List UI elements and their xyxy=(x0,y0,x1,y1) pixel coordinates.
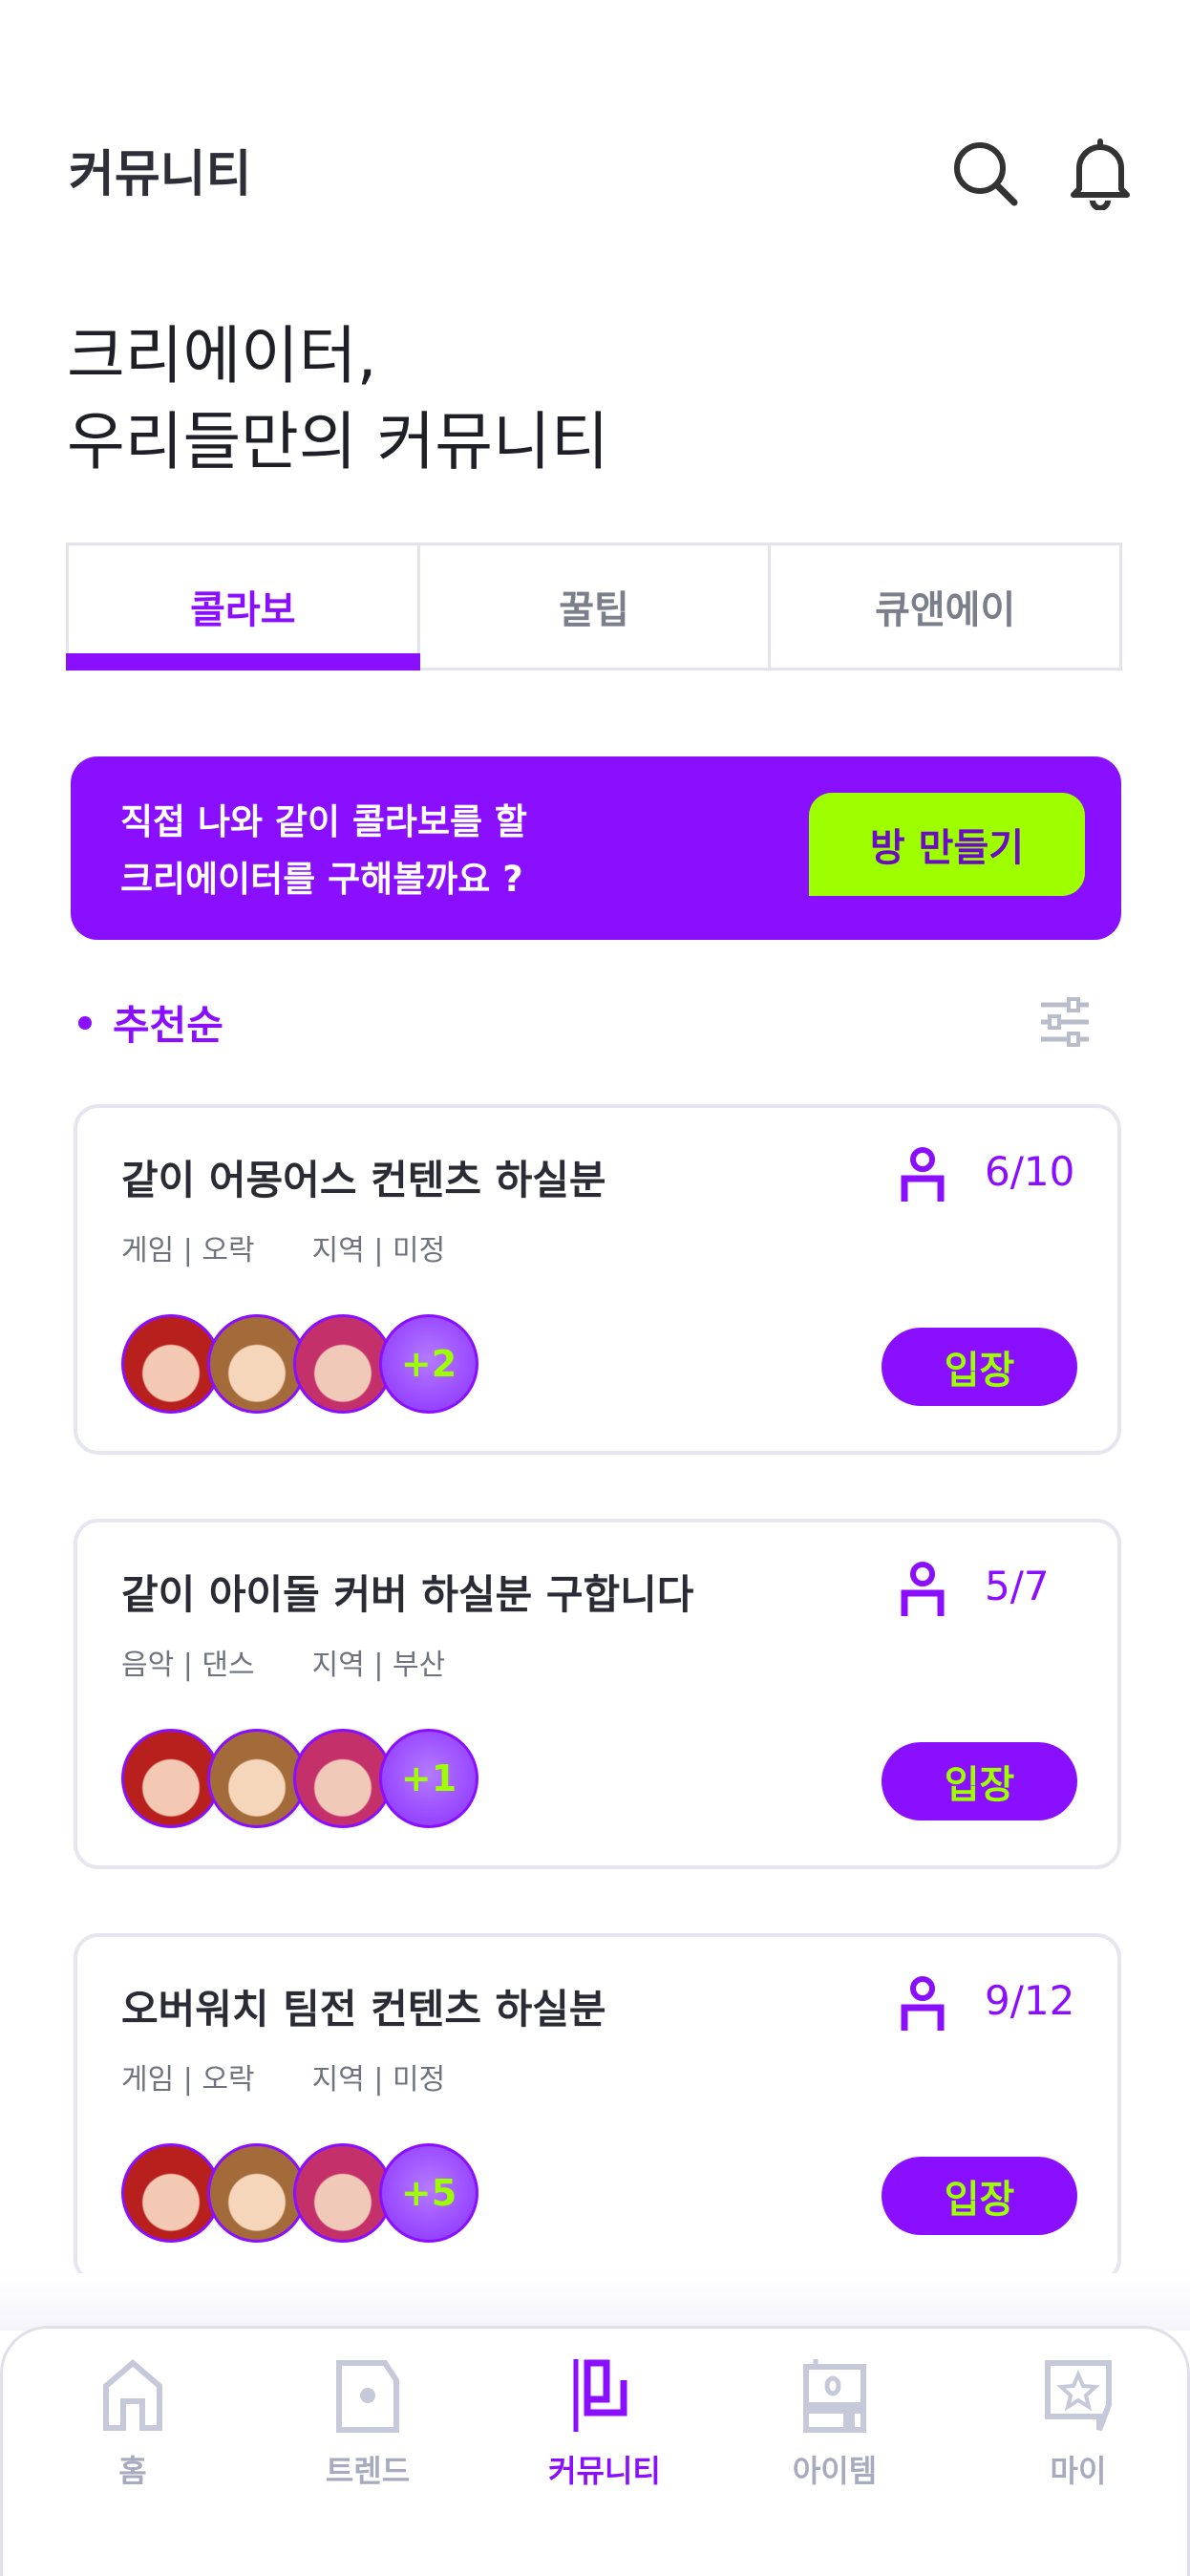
nav-label: 트렌드 xyxy=(325,2453,411,2489)
member-avatars: +5 xyxy=(121,2143,478,2243)
banner-line-2: 크리에이터를 구해볼까요 ? xyxy=(120,859,523,900)
room-region: 지역 | 미정 xyxy=(311,2063,446,2097)
nav-my[interactable]: 마이 xyxy=(1002,2357,1155,2491)
room-category: 음악 | 댄스 xyxy=(121,1649,255,1682)
room-card[interactable]: 오버워치 팀전 컨텐츠 하실분 9/12 게임 | 오락 지역 | 미정 +5 입… xyxy=(74,1933,1121,2284)
item-icon xyxy=(803,2359,866,2433)
community-icon xyxy=(573,2359,627,2432)
member-count: 6/10 xyxy=(985,1148,1075,1195)
nav-label: 마이 xyxy=(1050,2453,1107,2489)
member-avatar xyxy=(207,2143,307,2243)
hero-line-1: 크리에이터, xyxy=(67,319,377,393)
tab-bar: 콜라보 꿀팁 큐앤에이 xyxy=(66,543,1122,671)
nav-label: 아이템 xyxy=(792,2453,878,2489)
more-members: +2 xyxy=(379,1314,478,1414)
tab-tips[interactable]: 꿀팁 xyxy=(420,545,772,668)
create-room-banner: 직접 나와 같이 콜라보를 할 크리에이터를 구해볼까요 ? 방 만들기 xyxy=(71,756,1121,940)
banner-line-1: 직접 나와 같이 콜라보를 할 xyxy=(120,801,527,842)
room-title: 오버워치 팀전 컨텐츠 하실분 xyxy=(121,1986,606,2033)
trend-icon xyxy=(336,2360,399,2433)
sort-label: 추천순 xyxy=(113,1002,223,1049)
page-title: 커뮤니티 xyxy=(69,146,252,203)
member-avatar xyxy=(293,2143,393,2243)
member-count: 9/12 xyxy=(985,1977,1075,2024)
sort-selector[interactable]: 추천순 xyxy=(78,993,223,1052)
room-meta: 게임 | 오락 지역 | 미정 xyxy=(121,1226,445,1268)
room-title: 같이 어몽어스 컨텐츠 하실분 xyxy=(121,1157,606,1203)
member-avatar xyxy=(293,1314,393,1414)
member-avatar xyxy=(207,1729,307,1828)
more-members: +1 xyxy=(379,1729,478,1828)
nav-label: 홈 xyxy=(118,2453,147,2489)
member-avatar xyxy=(121,1729,221,1828)
member-count: 5/7 xyxy=(985,1563,1050,1609)
tab-collab[interactable]: 콜라보 xyxy=(66,545,420,671)
enter-button[interactable]: 입장 xyxy=(882,1742,1077,1820)
bottom-nav: 홈 트렌드 커뮤니티 아이템 마이 xyxy=(0,2326,1190,2576)
enter-button[interactable]: 입장 xyxy=(882,1328,1077,1406)
scroll-fade xyxy=(0,2273,1190,2331)
member-avatar xyxy=(121,1314,221,1414)
my-icon xyxy=(1045,2360,1112,2432)
room-card[interactable]: 같이 아이돌 커버 하실분 구합니다 5/7 음악 | 댄스 지역 | 부산 +1… xyxy=(74,1519,1121,1869)
member-avatars: +1 xyxy=(121,1729,478,1828)
filter-icon[interactable] xyxy=(1036,993,1094,1051)
more-members: +5 xyxy=(379,2143,478,2243)
room-title: 같이 아이돌 커버 하실분 구합니다 xyxy=(121,1571,694,1618)
tab-qna[interactable]: 큐앤에이 xyxy=(771,545,1119,668)
search-icon[interactable] xyxy=(946,134,1022,210)
room-region: 지역 | 부산 xyxy=(311,1649,446,1682)
room-meta: 음악 | 댄스 지역 | 부산 xyxy=(121,1641,445,1683)
nav-label: 커뮤니티 xyxy=(548,2453,661,2489)
member-avatars: +2 xyxy=(121,1314,478,1414)
home-icon xyxy=(103,2359,162,2431)
person-icon xyxy=(901,1562,945,1616)
person-icon xyxy=(901,1147,945,1202)
member-avatar xyxy=(121,2143,221,2243)
room-category: 게임 | 오락 xyxy=(121,2063,255,2097)
member-avatar xyxy=(293,1729,393,1828)
nav-trend[interactable]: 트렌드 xyxy=(291,2357,444,2491)
room-meta: 게임 | 오락 지역 | 미정 xyxy=(121,2055,445,2097)
create-room-button[interactable]: 방 만들기 xyxy=(809,793,1085,896)
bullet-icon xyxy=(78,1015,92,1030)
nav-community[interactable]: 커뮤니티 xyxy=(528,2357,681,2491)
room-region: 지역 | 미정 xyxy=(311,1234,446,1267)
nav-home[interactable]: 홈 xyxy=(56,2357,209,2491)
room-card[interactable]: 같이 어몽어스 컨텐츠 하실분 6/10 게임 | 오락 지역 | 미정 +2 입… xyxy=(74,1104,1121,1455)
room-category: 게임 | 오락 xyxy=(121,1234,255,1267)
bell-icon[interactable] xyxy=(1062,134,1138,210)
hero-line-2: 우리들만의 커뮤니티 xyxy=(67,405,609,479)
member-avatar xyxy=(207,1314,307,1414)
nav-item[interactable]: 아이템 xyxy=(758,2357,911,2491)
person-icon xyxy=(901,1976,945,2031)
enter-button[interactable]: 입장 xyxy=(882,2157,1077,2235)
